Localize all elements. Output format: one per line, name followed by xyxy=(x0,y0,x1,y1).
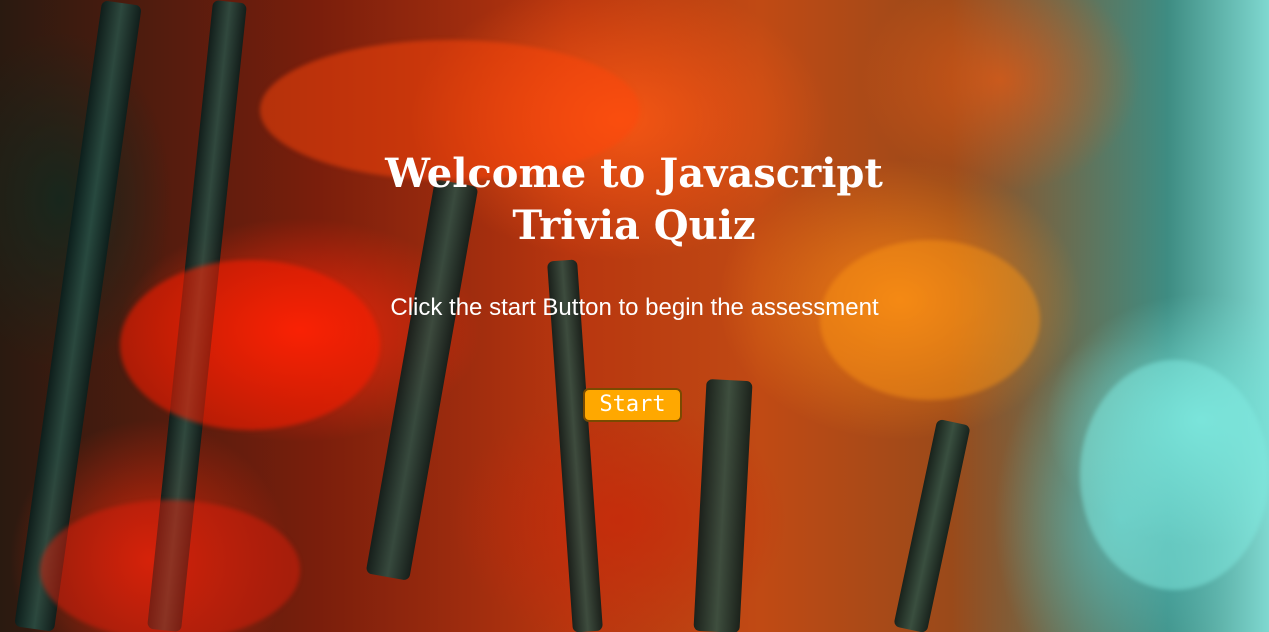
foliage xyxy=(1080,360,1269,590)
instructions-text: Click the start Button to begin the asse… xyxy=(390,294,879,321)
foliage xyxy=(40,500,300,632)
title-line-1: Welcome to Javascript xyxy=(385,150,883,197)
title-line-2: Trivia Quiz xyxy=(512,202,756,249)
foliage xyxy=(120,260,380,430)
page-title: Welcome to Javascript Trivia Quiz xyxy=(384,148,884,252)
tree-trunk xyxy=(893,418,971,632)
tree-trunk xyxy=(693,378,753,632)
quiz-welcome-page: Welcome to Javascript Trivia Quiz Click … xyxy=(0,0,1269,632)
start-button[interactable]: Start xyxy=(583,388,682,422)
